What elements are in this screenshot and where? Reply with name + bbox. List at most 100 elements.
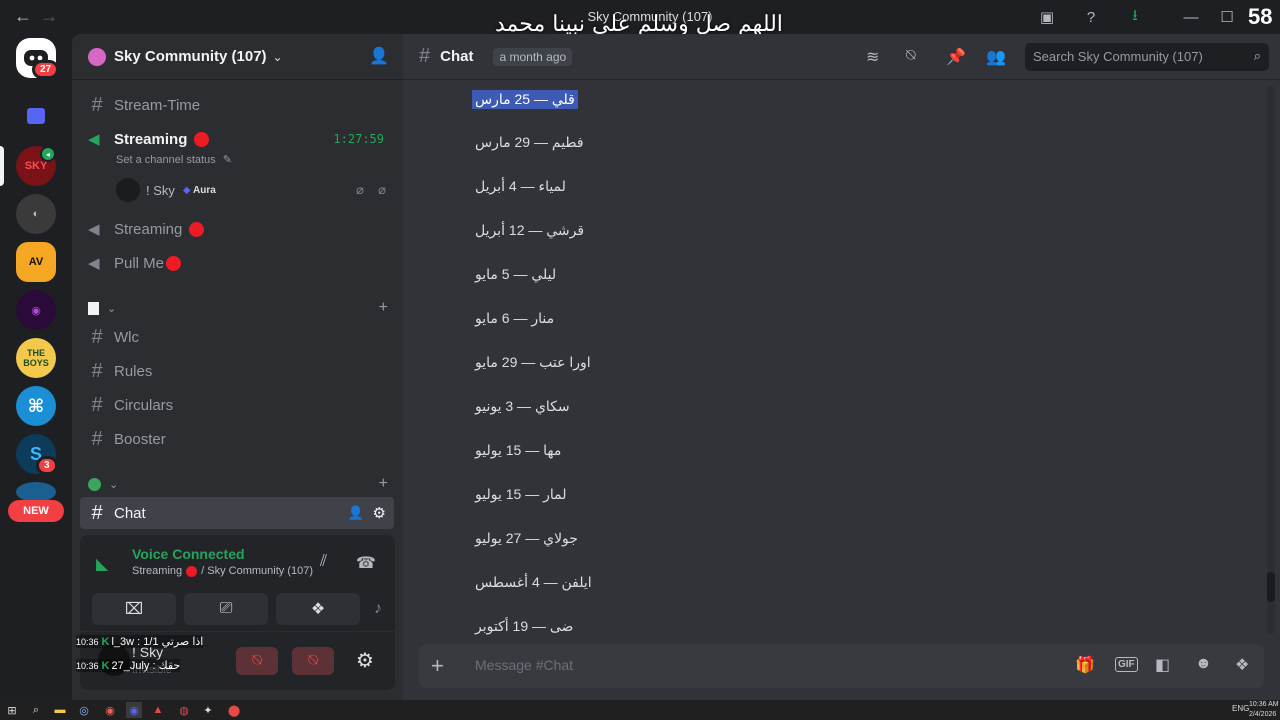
hash-icon: #	[419, 45, 431, 67]
server-icon-3[interactable]: AV	[16, 242, 56, 282]
channel-stream-time[interactable]: # Stream-Time	[80, 89, 394, 121]
list-item[interactable]: فطيم — 29 مارس	[475, 134, 584, 151]
channel-circulars[interactable]: # Circulars	[80, 389, 394, 421]
channel-chat-selected[interactable]: # Chat 👤 ⚙	[80, 497, 394, 529]
apps-icon[interactable]: ❖	[1235, 655, 1249, 675]
server-icon-partial[interactable]	[16, 482, 56, 502]
chrome-icon[interactable]: ◍	[176, 702, 192, 718]
mute-button[interactable]: ⍉	[236, 647, 278, 675]
search-input[interactable]: Search Sky Community (107) ⌕	[1025, 43, 1269, 71]
help-icon[interactable]: ?	[1081, 7, 1101, 27]
voice-channel-info[interactable]: Streaming / Sky Community (107)	[132, 565, 313, 577]
list-item[interactable]: لمياء — 4 أبريل	[475, 178, 566, 195]
list-item[interactable]: ضى — 19 أكتوبر	[475, 618, 573, 635]
status-placeholder: Set a channel status	[116, 154, 216, 166]
back-arrow-icon[interactable]: ←	[14, 6, 32, 27]
voice-channel-streaming-active[interactable]: ◀ Streaming 1:27:59	[80, 123, 394, 155]
invite-people-icon[interactable]: 👤	[369, 46, 389, 66]
noise-suppression-icon[interactable]: ⫽	[320, 553, 327, 571]
server-icon-2[interactable]: ◐	[16, 194, 56, 234]
emoji-icon[interactable]: ☻	[1195, 655, 1212, 673]
gamepad-icon[interactable]: ⌘	[16, 386, 56, 426]
voice-member-row[interactable]: ! Sky ◆ Aura ⌀ ⌀	[116, 178, 388, 202]
server-icon-4[interactable]: ◉	[16, 290, 56, 330]
category-header[interactable]: ⌄ +	[88, 474, 388, 494]
list-item[interactable]: ليلي — 5 مايو	[475, 266, 556, 283]
channel-wlc[interactable]: # Wlc	[80, 321, 394, 353]
taskbar-clock[interactable]: 10:36 AM 2/4/2026	[1249, 700, 1279, 720]
soundboard-button[interactable]: ♪	[368, 593, 388, 625]
voice-channel-streaming[interactable]: ◀ Streaming	[80, 213, 394, 245]
attach-plus-icon[interactable]: +	[431, 653, 444, 679]
discord-taskbar-icon[interactable]: ◉	[126, 702, 142, 718]
threads-icon[interactable]: ≋	[866, 47, 879, 67]
message-composer[interactable]: + Message #Chat 🎁 GIF ◧ ☻ ❖	[419, 644, 1264, 688]
disconnect-icon[interactable]: ☎	[356, 553, 376, 573]
pin-icon[interactable]: 📌	[946, 47, 966, 67]
file-explorer-icon[interactable]: ▬	[52, 702, 68, 718]
screen-share-icon: ⎚	[219, 600, 233, 617]
inbox-icon[interactable]: ▣	[1037, 7, 1057, 27]
server-rail: 27 SKY ◂ ◐ AV ◉ THE BOYS ⌘ S 3 NEW	[0, 34, 72, 700]
camera-off-button[interactable]: ⌧	[92, 593, 176, 625]
member-list-icon[interactable]: 👥	[986, 47, 1006, 67]
voice-channel-pull-me[interactable]: ◀ Pull Me	[80, 247, 394, 279]
maximize-icon[interactable]: ☐	[1217, 7, 1237, 27]
list-item[interactable]: لمار — 15 يوليو	[475, 486, 567, 503]
channel-rules[interactable]: # Rules	[80, 355, 394, 387]
category-header[interactable]: ⌄ +	[88, 298, 388, 318]
hash-icon: #	[91, 427, 103, 450]
scrollbar-track[interactable]	[1267, 86, 1275, 634]
add-channel-icon[interactable]: +	[379, 475, 388, 493]
folder-icon[interactable]	[27, 108, 45, 124]
chat-overlay-line-1: 10:36 K l_3w : اذا صرتي 1/1	[76, 635, 204, 648]
timestamp-pill: a month ago	[493, 47, 573, 66]
live-red-dot	[166, 255, 182, 271]
list-item[interactable]: اورا عتب — 29 مايو	[475, 354, 591, 371]
scrollbar-thumb[interactable]	[1267, 572, 1275, 602]
forward-arrow-icon[interactable]: →	[40, 6, 58, 27]
activities-icon: ❖	[310, 601, 326, 618]
gift-icon[interactable]: 🎁	[1075, 655, 1095, 675]
maps-icon[interactable]: ⬤	[226, 702, 242, 718]
create-invite-icon[interactable]: 👤	[348, 505, 364, 521]
user-settings-gear-icon[interactable]: ⚙	[356, 648, 374, 673]
kick-badge-icon: K	[101, 659, 110, 672]
list-item-selected[interactable]: قلي — 25 مارس	[472, 90, 578, 109]
hash-icon: #	[91, 359, 103, 382]
search-icon[interactable]: ⌕	[28, 702, 44, 718]
list-item[interactable]: ايلفن — 4 أغسطس	[475, 574, 592, 591]
windows-start-icon[interactable]: ⊞	[4, 702, 20, 718]
list-item[interactable]: سكاي — 3 يونيو	[475, 398, 570, 415]
new-pill-badge[interactable]: NEW	[8, 500, 64, 522]
set-channel-status[interactable]: Set a channel status ✎	[116, 153, 232, 166]
list-item[interactable]: قرشي — 12 أبريل	[475, 222, 584, 239]
voice-connected-panel: ◣ Voice Connected Streaming / Sky Commun…	[80, 535, 395, 631]
list-item[interactable]: مها — 15 يوليو	[475, 442, 561, 459]
server-header[interactable]: Sky Community (107) ⌄ 👤	[72, 34, 403, 80]
add-channel-icon[interactable]: +	[379, 299, 388, 317]
language-indicator[interactable]: ENG	[1232, 704, 1249, 713]
screen-share-button[interactable]: ⎚	[184, 593, 268, 625]
call-timer: 1:27:59	[333, 132, 384, 146]
steam-icon[interactable]: ◎	[76, 702, 92, 718]
notification-muted-icon[interactable]: ⍉	[906, 47, 916, 65]
deafen-button[interactable]: ⍉	[292, 647, 334, 675]
list-item[interactable]: جولاي — 27 يوليو	[475, 530, 578, 547]
app-icon[interactable]: ◉	[102, 702, 118, 718]
activities-button[interactable]: ❖	[276, 593, 360, 625]
server-icon-the-boys[interactable]: THE BOYS	[16, 338, 56, 378]
app-icon[interactable]: ✦	[200, 702, 216, 718]
live-red-dot	[186, 565, 198, 577]
channel-booster[interactable]: # Booster	[80, 423, 394, 455]
voice-status[interactable]: Voice Connected	[132, 546, 245, 562]
sticker-icon[interactable]: ◧	[1155, 655, 1170, 675]
gif-icon[interactable]: GIF	[1115, 657, 1138, 672]
selected-indicator	[0, 146, 4, 186]
minimize-icon[interactable]: —	[1181, 7, 1201, 27]
app-icon[interactable]: ▲	[150, 702, 166, 718]
gear-icon[interactable]: ⚙	[373, 504, 386, 522]
chevron-down-icon: ⌄	[107, 302, 117, 315]
download-icon[interactable]: ⭳	[1125, 7, 1145, 27]
list-item[interactable]: منار — 6 مايو	[475, 310, 554, 327]
